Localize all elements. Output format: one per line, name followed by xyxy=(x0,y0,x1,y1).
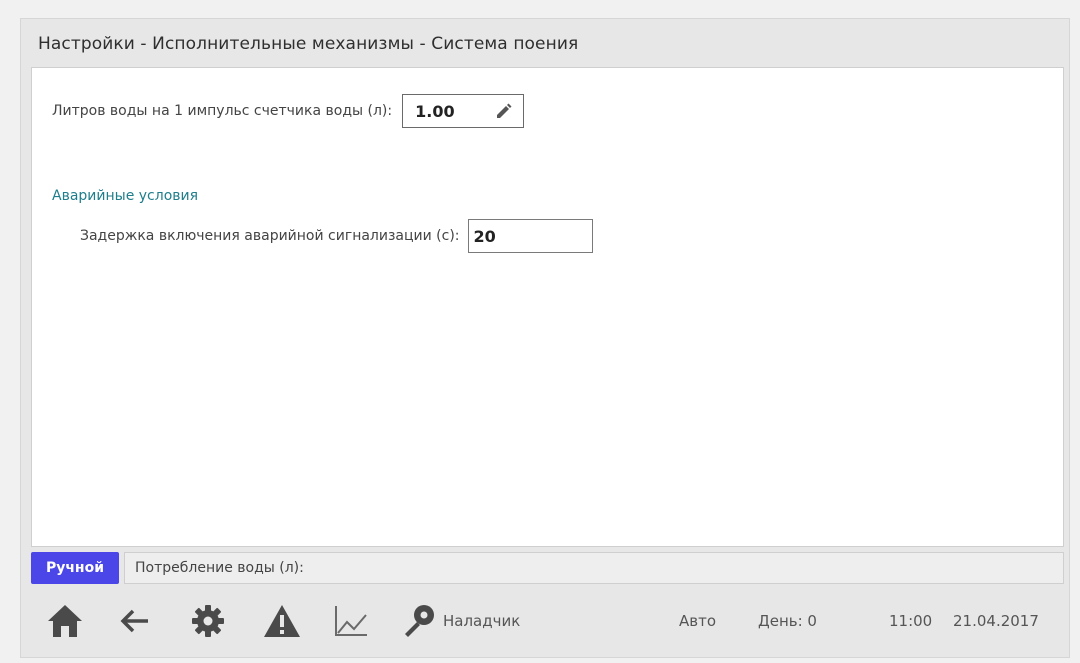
user-role-label: Наладчик xyxy=(443,612,521,630)
alarm-conditions-heading: Аварийные условия xyxy=(52,188,199,204)
liters-per-pulse-field[interactable]: 1.00 xyxy=(402,94,525,128)
mode-button[interactable]: Ручной xyxy=(31,552,119,584)
liters-per-pulse-row: Литров воды на 1 импульс счетчика воды (… xyxy=(52,93,525,129)
alarm-delay-field[interactable]: 20 xyxy=(467,219,593,253)
current-date: 21.04.2017 xyxy=(953,612,1039,630)
alarm-delay-value: 20 xyxy=(473,226,496,246)
water-consumption-label: Потребление воды (л): xyxy=(124,552,1064,584)
key-icon[interactable] xyxy=(399,599,439,643)
liters-per-pulse-label: Литров воды на 1 импульс счетчика воды (… xyxy=(52,103,393,119)
app-window: Настройки - Исполнительные механизмы - С… xyxy=(20,18,1070,658)
home-icon[interactable] xyxy=(43,599,87,643)
gear-icon[interactable] xyxy=(188,599,228,643)
alarm-delay-row: Задержка включения аварийной сигнализаци… xyxy=(80,219,593,253)
clock-time: 11:00 xyxy=(889,612,933,630)
day-counter: День: 0 xyxy=(758,612,817,630)
status-bar: Ручной Потребление воды (л): xyxy=(31,551,1064,585)
liters-per-pulse-value: 1.00 xyxy=(415,101,455,121)
chart-icon[interactable] xyxy=(331,599,371,643)
pencil-icon[interactable] xyxy=(495,102,513,120)
alarm-delay-label: Задержка включения аварийной сигнализаци… xyxy=(80,228,460,244)
page-title: Настройки - Исполнительные механизмы - С… xyxy=(38,34,579,54)
auto-mode-label: Авто xyxy=(679,612,717,630)
back-arrow-icon[interactable] xyxy=(117,599,153,643)
settings-panel: Литров воды на 1 импульс счетчика воды (… xyxy=(31,67,1064,547)
warning-icon[interactable] xyxy=(261,599,303,643)
bottom-toolbar: Наладчик Авто День: 0 11:00 21.04.2017 xyxy=(31,591,1064,651)
